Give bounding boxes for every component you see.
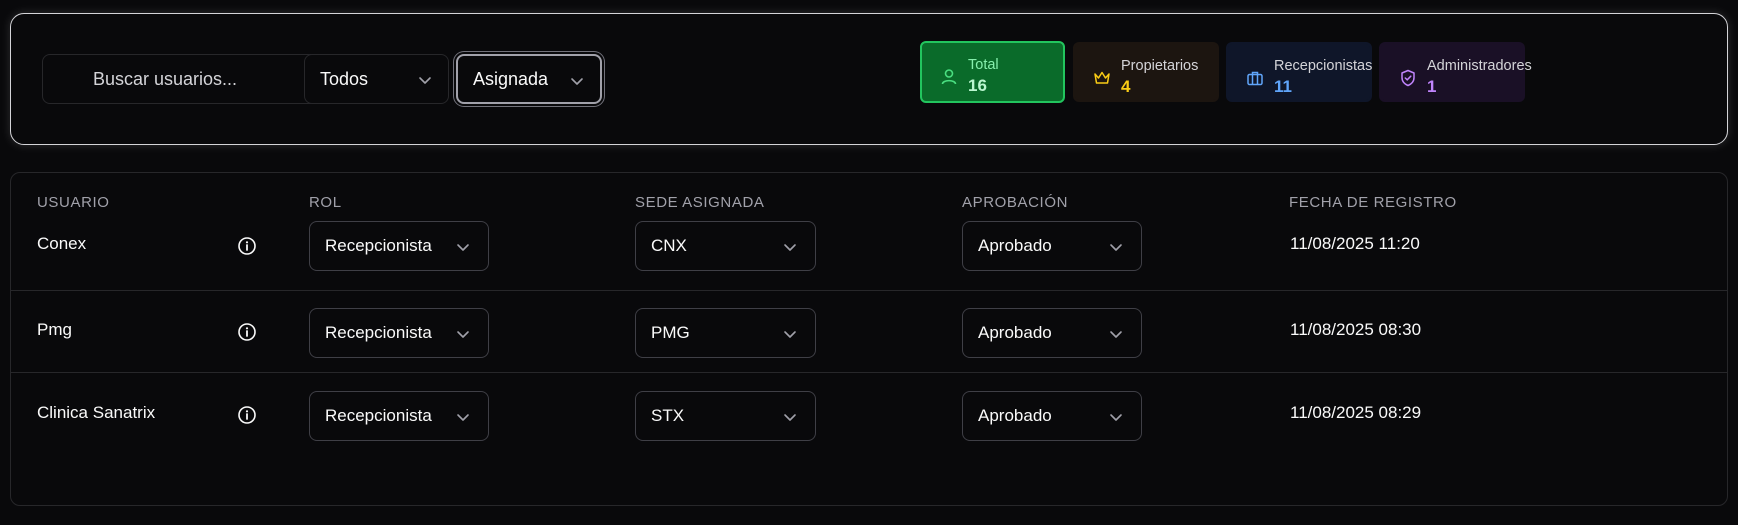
stat-value: 16 <box>968 76 987 95</box>
shield-icon <box>1401 69 1415 87</box>
chevron-down-icon <box>784 414 796 421</box>
user-icon <box>941 69 957 85</box>
search-input[interactable] <box>42 54 324 104</box>
role-select[interactable]: Recepcionista <box>309 391 489 441</box>
stat-label: Administradores <box>1427 58 1532 74</box>
approval-select[interactable]: Aprobado <box>962 221 1142 271</box>
stat-value: 4 <box>1121 77 1131 96</box>
site-value: CNX <box>651 236 687 255</box>
table-row: Clinica Sanatrix Recepcionista STX Aprob… <box>11 373 1727 455</box>
stat-value: 11 <box>1274 77 1292 96</box>
briefcase-icon <box>1247 71 1263 86</box>
approval-select[interactable]: Aprobado <box>962 391 1142 441</box>
site-filter-select[interactable]: Asignada <box>456 54 602 104</box>
chevron-down-icon <box>419 77 431 84</box>
role-filter-value: Todos <box>320 68 369 89</box>
chevron-down-icon <box>1110 331 1122 338</box>
chevron-down-icon <box>571 78 583 85</box>
site-filter-value: Asignada <box>473 68 549 89</box>
role-select[interactable]: Recepcionista <box>309 308 489 358</box>
user-name: Pmg <box>37 320 72 339</box>
crown-icon <box>1094 71 1110 84</box>
stat-value: 1 <box>1427 77 1437 96</box>
approval-value: Aprobado <box>978 323 1052 342</box>
chevron-down-icon <box>784 331 796 338</box>
stat-label: Propietarios <box>1121 58 1199 74</box>
filter-toolbar: Todos Asignada Total 16 Propietarios 4 R… <box>10 13 1728 145</box>
site-value: STX <box>651 406 685 425</box>
site-select[interactable]: PMG <box>635 308 816 358</box>
chevron-down-icon <box>457 414 469 421</box>
site-select[interactable]: STX <box>635 391 816 441</box>
info-icon[interactable] <box>237 236 257 256</box>
info-icon[interactable] <box>237 405 257 425</box>
chevron-down-icon <box>1110 414 1122 421</box>
registration-date: 11/08/2025 08:30 <box>1290 320 1422 339</box>
info-icon[interactable] <box>237 322 257 342</box>
registration-date: 11/08/2025 08:29 <box>1290 403 1422 422</box>
users-table: USUARIO ROL SEDE ASIGNADA APROBACIÓN FEC… <box>10 172 1728 506</box>
role-value: Recepcionista <box>325 406 432 425</box>
chevron-down-icon <box>1110 244 1122 251</box>
approval-value: Aprobado <box>978 406 1052 425</box>
role-value: Recepcionista <box>325 323 432 342</box>
user-name: Clinica Sanatrix <box>37 403 156 422</box>
chevron-down-icon <box>457 244 469 251</box>
site-select[interactable]: CNX <box>635 221 816 271</box>
role-filter-select[interactable]: Todos <box>304 54 449 104</box>
table-row: Pmg Recepcionista PMG Aprobado 11/08/202… <box>11 291 1727 373</box>
stat-owners[interactable]: Propietarios 4 <box>1073 42 1219 102</box>
table-row: Conex Recepcionista CNX Aprobado 11/08/2… <box>11 200 1727 291</box>
stat-total[interactable]: Total 16 <box>920 41 1065 103</box>
site-value: PMG <box>651 323 690 342</box>
stat-admins[interactable]: Administradores 1 <box>1379 42 1532 102</box>
registration-date: 11/08/2025 11:20 <box>1290 234 1420 253</box>
role-select[interactable]: Recepcionista <box>309 221 489 271</box>
stat-label: Total <box>968 57 999 73</box>
chevron-down-icon <box>457 331 469 338</box>
role-value: Recepcionista <box>325 236 432 255</box>
user-name: Conex <box>37 234 87 253</box>
stat-receptionists[interactable]: Recepcionistas 11 <box>1226 42 1372 102</box>
approval-select[interactable]: Aprobado <box>962 308 1142 358</box>
stat-label: Recepcionistas <box>1274 58 1373 74</box>
chevron-down-icon <box>784 244 796 251</box>
approval-value: Aprobado <box>978 236 1052 255</box>
